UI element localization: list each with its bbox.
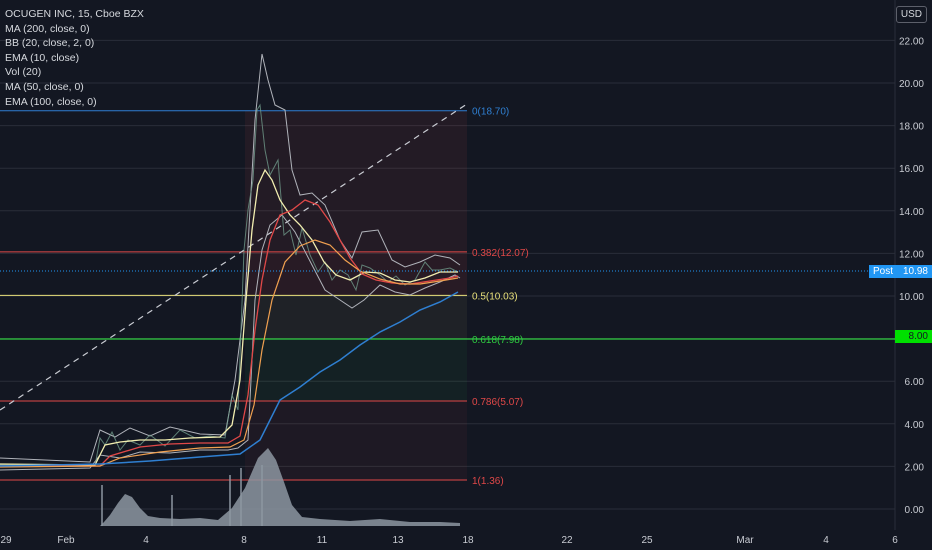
time-label: 29 — [0, 535, 12, 546]
fib-level-label: 0.786(5.07) — [472, 397, 523, 408]
price-tick-label: 0.00 — [905, 505, 925, 516]
price-tick-label: 20.00 — [899, 79, 924, 90]
level-price-tag: 8.00 — [895, 330, 932, 343]
time-label: 6 — [892, 535, 898, 546]
time-label: 22 — [561, 535, 573, 546]
level-price-value: 8.00 — [908, 331, 928, 342]
price-tick-label: 2.00 — [905, 462, 925, 473]
fib-level-label: 0.618(7.98) — [472, 335, 523, 346]
fib-level-label: 0.5(10.03) — [472, 291, 518, 302]
post-label: Post — [873, 266, 894, 277]
time-label: 4 — [823, 535, 829, 546]
fib-zone — [245, 110, 467, 252]
price-tick-label: 12.00 — [899, 249, 924, 260]
price-tick-label: 18.00 — [899, 122, 924, 133]
currency-button[interactable]: USD — [895, 6, 927, 23]
fib-level-label: 0(18.70) — [472, 107, 509, 118]
legend-ema10[interactable]: EMA (10, close) — [5, 51, 144, 66]
time-axis-labels: 29 Feb 4 8 11 13 18 22 25 Mar 4 6 — [0, 535, 898, 546]
symbol-title[interactable]: OCUGEN INC, 15, Cboe BZX — [5, 7, 144, 22]
time-label: Mar — [736, 535, 754, 546]
legend-bb[interactable]: BB (20, close, 2, 0) — [5, 36, 144, 51]
legend-ema100[interactable]: EMA (100, close, 0) — [5, 95, 144, 110]
time-label: Feb — [57, 535, 75, 546]
time-label: 13 — [392, 535, 404, 546]
price-tick-label: 22.00 — [899, 36, 924, 47]
fib-level-label: 1(1.36) — [472, 476, 504, 487]
time-label: 8 — [241, 535, 247, 546]
fib-zone — [245, 295, 467, 340]
legend-ma200[interactable]: MA (200, close, 0) — [5, 22, 144, 37]
price-tick-label: 10.00 — [899, 292, 924, 303]
price-tick-label: 14.00 — [899, 207, 924, 218]
fib-level-label: 0.382(12.07) — [472, 248, 529, 259]
time-label: 18 — [462, 535, 474, 546]
time-label: 4 — [143, 535, 149, 546]
time-label: 11 — [317, 535, 328, 546]
time-label: 25 — [641, 535, 653, 546]
post-price-tag: Post 10.98 — [869, 265, 932, 278]
legend-ma50[interactable]: MA (50, close, 0) — [5, 80, 144, 95]
price-tick-label: 6.00 — [905, 377, 925, 388]
fibonacci-labels: 0(18.70) 0.382(12.07) 0.5(10.03) 0.618(7.98… — [472, 107, 529, 487]
post-value: 10.98 — [902, 266, 928, 277]
indicator-legend: OCUGEN INC, 15, Cboe BZX MA (200, close,… — [5, 7, 144, 109]
price-tick-label: 16.00 — [899, 164, 924, 175]
price-tick-label: 4.00 — [905, 420, 925, 431]
legend-vol[interactable]: Vol (20) — [5, 65, 144, 80]
